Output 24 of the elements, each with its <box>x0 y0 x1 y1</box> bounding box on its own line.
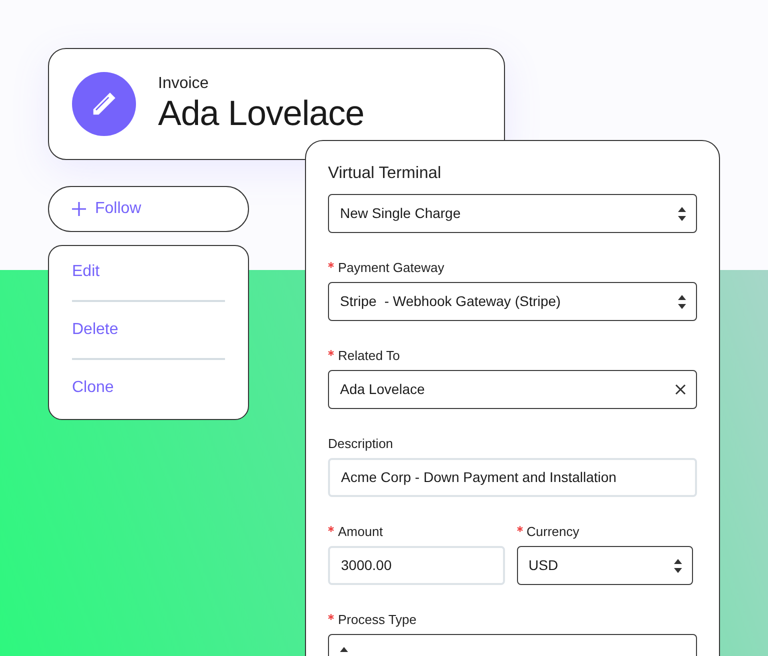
select-field[interactable]: New Single Charge <box>328 194 697 233</box>
field-label: Payment Gateway <box>338 260 444 276</box>
sort-arrows-icon <box>678 206 686 220</box>
menu-item[interactable]: Clone <box>72 380 225 396</box>
plus-icon <box>72 202 86 216</box>
record-type: Invoice <box>158 74 210 94</box>
input-field[interactable]: 3000.00 <box>328 546 504 585</box>
sort-arrows-icon <box>678 294 686 308</box>
close-icon[interactable] <box>675 384 686 395</box>
field-label: Related To <box>338 348 400 364</box>
follow-button[interactable]: Follow <box>48 186 249 232</box>
input-field[interactable]: Acme Corp - Down Payment and Installation <box>328 458 697 497</box>
sort-arrows-icon <box>674 558 682 572</box>
field-label: Description <box>328 436 394 452</box>
menu-item[interactable]: Edit <box>72 264 225 280</box>
panel-title: Virtual Terminal <box>328 163 442 183</box>
field-label: Amount <box>338 524 383 540</box>
menu-item[interactable]: Delete <box>72 322 225 338</box>
select-field[interactable]: Stripe - Webhook Gateway (Stripe) <box>328 282 697 321</box>
select-field[interactable]: USD <box>516 546 693 585</box>
field-label: Process Type <box>338 612 417 628</box>
input-field[interactable]: Ada Lovelace <box>328 370 697 409</box>
record-title: Ada Lovelace <box>158 94 364 134</box>
field-label: Currency <box>526 524 580 540</box>
